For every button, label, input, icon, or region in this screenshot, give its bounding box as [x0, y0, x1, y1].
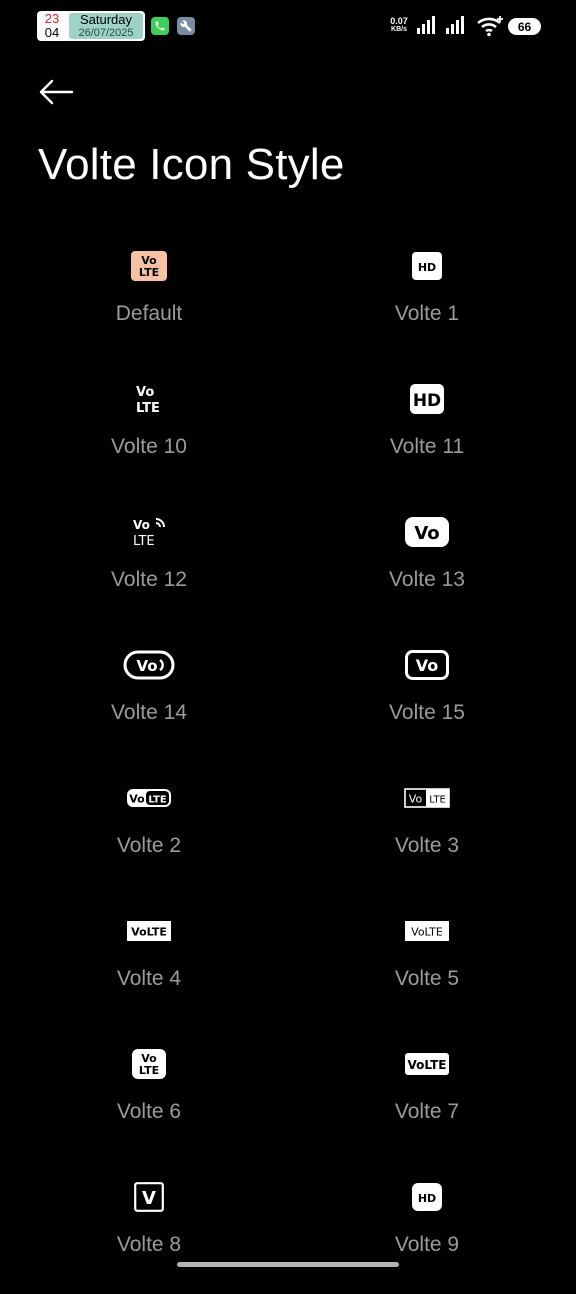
svg-text:Vo: Vo	[409, 793, 423, 806]
svg-text:Vo: Vo	[133, 518, 150, 532]
v-outline-icon: V	[134, 1182, 164, 1212]
option-volte-1[interactable]: HD Volte 1	[288, 230, 566, 363]
option-volte-8[interactable]: V Volte 8	[10, 1161, 288, 1294]
option-volte-11[interactable]: HD Volte 11	[288, 363, 566, 496]
svg-text:VoLTE: VoLTE	[411, 926, 443, 939]
weekday: Saturday	[79, 12, 133, 27]
option-label: Volte 8	[116, 1233, 182, 1256]
option-volte-2[interactable]: Vo LTE Volte 2	[10, 762, 288, 895]
option-label: Volte 13	[389, 568, 465, 591]
volte-split-pill-icon: Vo LTE	[127, 789, 171, 807]
vo-lte-rounded-icon: Vo LTE	[132, 1049, 166, 1079]
option-label: Volte 1	[394, 302, 460, 325]
hd-large-icon: HD	[410, 384, 444, 414]
option-volte-6[interactable]: Vo LTE Volte 6	[10, 1028, 288, 1161]
back-arrow-icon	[39, 79, 74, 105]
option-volte-10[interactable]: Vo LTE Volte 10	[10, 363, 288, 496]
clock-widget: 23 04 Saturday 26/07/2025	[37, 11, 145, 41]
option-volte-14[interactable]: Vo Volte 14	[10, 629, 288, 762]
home-indicator[interactable]	[177, 1262, 399, 1267]
date: 26/07/2025	[78, 27, 134, 39]
option-volte-7[interactable]: VoLTE Volte 7	[288, 1028, 566, 1161]
volte-split-box-icon: Vo LTE	[404, 788, 450, 808]
svg-text:Vo: Vo	[416, 656, 439, 675]
option-volte-15[interactable]: Vo Volte 15	[288, 629, 566, 762]
option-label: Volte 6	[116, 1100, 182, 1123]
vo-filled-icon: Vo	[405, 517, 449, 547]
svg-text:Vo: Vo	[136, 385, 154, 400]
option-label: Volte 7	[394, 1100, 460, 1123]
volte-filled-box-icon: VoLTE	[127, 921, 171, 941]
svg-text:V: V	[142, 1188, 156, 1209]
clock-time: 23 04	[37, 11, 67, 41]
wifi-icon	[477, 16, 503, 37]
vo-lte-wave-icon: Vo LTE	[133, 518, 165, 548]
network-speed: 0.07 KB/s	[386, 17, 412, 34]
option-volte-5[interactable]: VoLTE Volte 5	[288, 895, 566, 1028]
icon-style-grid: Vo LTE Default HD Volte 1 Vo LTE Volte 1…	[10, 230, 566, 1294]
volte-default-icon: Vo LTE	[131, 251, 167, 281]
option-volte-13[interactable]: Vo Volte 13	[288, 496, 566, 629]
clock-hours: 23	[44, 11, 60, 26]
option-volte-4[interactable]: VoLTE Volte 4	[10, 895, 288, 1028]
option-label: Volte 15	[389, 701, 465, 724]
option-label: Volte 10	[111, 435, 187, 458]
hd-rounded-icon: HD	[412, 1183, 442, 1211]
svg-text:LTE: LTE	[429, 795, 446, 806]
svg-text:LTE: LTE	[133, 534, 155, 548]
volte-wave-box-icon: VoLTE	[405, 921, 449, 941]
vo-lte-text-icon: Vo LTE	[136, 385, 160, 415]
svg-text:Vo: Vo	[136, 657, 157, 675]
clock-minutes: 04	[44, 25, 60, 40]
page-title: Volte Icon Style	[38, 140, 345, 189]
svg-text:VoLTE: VoLTE	[408, 1058, 447, 1072]
option-volte-9[interactable]: HD Volte 9	[288, 1161, 566, 1294]
signal-strength-icon	[417, 16, 435, 34]
svg-text:LTE: LTE	[136, 401, 160, 415]
svg-text:Vo: Vo	[129, 793, 145, 806]
option-label: Volte 2	[116, 834, 182, 857]
svg-text:LTE: LTE	[139, 266, 159, 279]
status-bar: 23 04 Saturday 26/07/2025 0.07 KB/s 66	[0, 0, 576, 52]
vo-oval-icon: Vo	[123, 650, 175, 680]
hd-small-icon: HD	[412, 252, 442, 280]
phone-app-icon	[151, 17, 169, 35]
option-label: Volte 12	[111, 568, 187, 591]
tool-app-icon	[177, 17, 195, 35]
option-volte-12[interactable]: Vo LTE Volte 12	[10, 496, 288, 629]
option-label: Volte 11	[389, 435, 465, 458]
volte-bold-icon: VoLTE	[405, 1053, 449, 1075]
option-label: Volte 14	[111, 701, 187, 724]
svg-text:HD: HD	[418, 261, 436, 274]
option-label: Volte 3	[394, 834, 460, 857]
option-label: Volte 9	[394, 1233, 460, 1256]
back-button[interactable]	[38, 74, 78, 110]
option-label: Volte 5	[394, 967, 460, 990]
svg-text:LTE: LTE	[148, 795, 167, 806]
svg-text:HD: HD	[413, 391, 441, 411]
svg-text:HD: HD	[418, 1192, 436, 1205]
network-speed-unit: KB/s	[391, 26, 407, 33]
vo-outline-icon: Vo	[405, 650, 449, 680]
clock-date: Saturday 26/07/2025	[69, 13, 143, 39]
option-default[interactable]: Vo LTE Default	[10, 230, 288, 363]
svg-text:VoLTE: VoLTE	[131, 926, 167, 939]
svg-text:Vo: Vo	[414, 523, 439, 544]
network-speed-value: 0.07	[390, 16, 408, 26]
battery-indicator: 66	[508, 18, 541, 35]
option-label: Volte 4	[116, 967, 182, 990]
svg-text:LTE: LTE	[139, 1064, 159, 1077]
option-volte-3[interactable]: Vo LTE Volte 3	[288, 762, 566, 895]
option-label: Default	[115, 302, 183, 325]
signal-strength-icon	[446, 16, 464, 34]
